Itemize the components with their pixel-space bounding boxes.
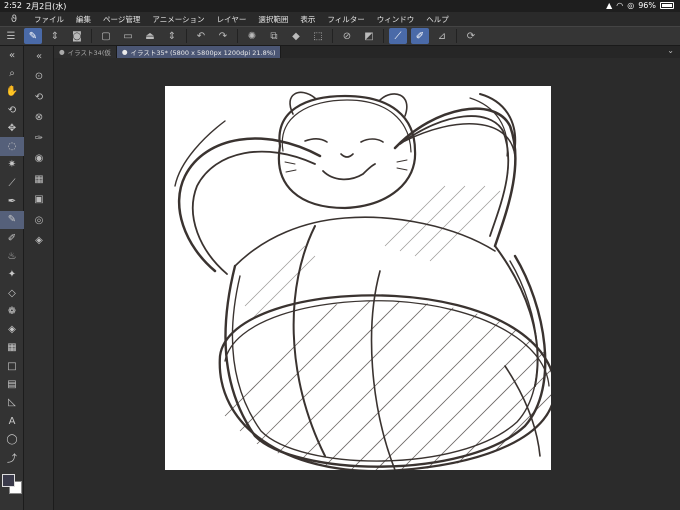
wifi-icon: ◠ — [616, 1, 624, 10]
menu-toggle-icon[interactable]: ☰ — [2, 28, 20, 44]
sub-tool-palette: « ⊙ ⟲ ⊗ ✑ ◉ ▦ ▣ ◎ ◈ — [24, 46, 54, 510]
save-icon[interactable]: ⏏ — [141, 28, 159, 44]
pen-icon[interactable]: ✒ — [0, 192, 24, 210]
tab-close-icon[interactable]: ● — [122, 48, 128, 56]
history-icon[interactable]: ▣ — [24, 190, 54, 211]
ruler-tool-icon[interactable]: ◺ — [0, 394, 24, 412]
frame-icon[interactable]: ▤ — [0, 375, 24, 393]
loading-icon[interactable]: ✺ — [243, 28, 261, 44]
status-date: 2月2日(水) — [26, 2, 67, 11]
save-stepper-icon[interactable]: ⇕ — [163, 28, 181, 44]
status-time: 2:52 — [4, 1, 22, 10]
collapse-icon[interactable]: « — [24, 46, 54, 67]
menu-selection[interactable]: 選択範囲 — [252, 14, 294, 25]
move-icon[interactable]: ✥ — [0, 119, 24, 137]
menu-page[interactable]: ページ管理 — [97, 14, 146, 25]
menu-view[interactable]: 表示 — [294, 14, 321, 25]
tab-illust34[interactable]: ● イラスト34(仮 — [54, 46, 117, 58]
menu-file[interactable]: ファイル — [28, 14, 70, 25]
edit-mode-icon[interactable]: ✎ — [24, 28, 42, 44]
new-file-icon[interactable]: ▢ — [97, 28, 115, 44]
layers-icon[interactable]: ◈ — [24, 231, 54, 252]
status-right: ▲ ◠ ◎ 96% — [606, 1, 674, 10]
magic-wand-icon[interactable]: ✷ — [0, 156, 24, 174]
rotate-icon[interactable]: ⟲ — [0, 101, 24, 119]
app-logo-icon[interactable]: ϑ — [0, 14, 28, 25]
ios-status-bar: 2:52 2月2日(水) ▲ ◠ ◎ 96% — [0, 0, 680, 12]
deselect-icon[interactable]: ⊘ — [338, 28, 356, 44]
menu-animation[interactable]: アニメーション — [146, 14, 210, 25]
color-set-icon[interactable]: ▦ — [24, 169, 54, 190]
layer-property-icon[interactable]: ◎ — [24, 210, 54, 231]
gradient-icon[interactable]: ▦ — [0, 339, 24, 357]
main-color-swatch[interactable] — [2, 474, 15, 487]
menu-bar: ϑ ファイル 編集 ページ管理 アニメーション レイヤー 選択範囲 表示 フィル… — [0, 12, 680, 26]
sketch-artwork — [174, 91, 560, 473]
menu-help[interactable]: ヘルプ — [420, 14, 455, 25]
tab-label: イラスト35* (5800 x 5800px 1200dpi 21.8%) — [130, 49, 276, 57]
hand-icon[interactable]: ✋ — [0, 83, 24, 101]
eyedropper-icon[interactable]: ⟋ — [0, 174, 24, 192]
brush-icon[interactable]: ✐ — [0, 229, 24, 247]
undo-icon[interactable]: ↶ — [192, 28, 210, 44]
menu-layer[interactable]: レイヤー — [211, 14, 253, 25]
correct-line-icon[interactable]: ⤴ — [0, 449, 24, 467]
action-icon[interactable]: ⟳ — [462, 28, 480, 44]
tab-label: イラスト34(仮 — [67, 49, 111, 57]
toolbar-divider — [383, 29, 384, 43]
navigator-icon[interactable]: ✑ — [24, 128, 54, 149]
ruler-icon[interactable]: ⊿ — [433, 28, 451, 44]
tool-palette: « ⌕ ✋ ⟲ ✥ ◌ ✷ ⟋ ✒ ✎ ✐ ♨ ✦ ◇ ❁ ◈ ▦ □ ▤ ◺ … — [0, 46, 24, 510]
battery-icon — [660, 2, 674, 9]
redo-icon[interactable]: ↷ — [214, 28, 232, 44]
brush-size-icon[interactable]: ⊗ — [24, 108, 54, 129]
toolbar-divider — [332, 29, 333, 43]
subtool-icon[interactable]: ⊙ — [24, 67, 54, 88]
toolbar-divider — [91, 29, 92, 43]
airbrush-icon[interactable]: ♨ — [0, 247, 24, 265]
tool-property-icon[interactable]: ⟲ — [24, 87, 54, 108]
toolbar-divider — [186, 29, 187, 43]
bucket-icon[interactable]: ◈ — [0, 320, 24, 338]
expand-icon[interactable]: « — [0, 46, 24, 64]
tab-close-icon[interactable]: ● — [59, 48, 65, 56]
battery-percent: 96% — [638, 1, 656, 10]
eraser-icon[interactable]: ◇ — [0, 284, 24, 302]
document-tabs: ● イラスト34(仮 ● イラスト35* (5800 x 5800px 1200… — [54, 46, 680, 58]
menu-filter[interactable]: フィルター — [321, 14, 370, 25]
invert-selection-icon[interactable]: ◩ — [360, 28, 378, 44]
toolbar-divider — [456, 29, 457, 43]
signal-icon: ▲ — [606, 1, 613, 10]
toolbar-divider — [237, 29, 238, 43]
mode-stepper-icon[interactable]: ⇕ — [46, 28, 64, 44]
decoration-icon[interactable]: ✦ — [0, 266, 24, 284]
text-icon[interactable]: A — [0, 412, 24, 430]
transform-icon[interactable]: ⬚ — [309, 28, 327, 44]
open-file-icon[interactable]: ▭ — [119, 28, 137, 44]
blend-icon[interactable]: ❁ — [0, 302, 24, 320]
canvas-area[interactable] — [54, 58, 680, 510]
figure-icon[interactable]: □ — [0, 357, 24, 375]
chevron-down-icon[interactable]: ⌄ — [667, 46, 674, 55]
fill-icon[interactable]: ◆ — [287, 28, 305, 44]
snap-pen-icon[interactable]: ✐ — [411, 28, 429, 44]
drawing-canvas[interactable] — [165, 86, 560, 473]
menu-window[interactable]: ウィンドウ — [371, 14, 421, 25]
copy-icon[interactable]: ⧉ — [265, 28, 283, 44]
command-bar: ☰ ✎ ⇕ ◙ ▢ ▭ ⏏ ⇕ ↶ ↷ ✺ ⧉ ◆ ⬚ ⊘ ◩ ⟋ ✐ ⊿ ⟳ — [0, 26, 680, 46]
color-wheel-icon[interactable]: ◉ — [24, 149, 54, 170]
location-icon: ◎ — [627, 1, 635, 10]
menu-edit[interactable]: 編集 — [70, 14, 97, 25]
view-icon[interactable]: ◙ — [68, 28, 86, 44]
tab-illust35[interactable]: ● イラスト35* (5800 x 5800px 1200dpi 21.8%) — [116, 46, 282, 58]
color-swatches[interactable] — [2, 474, 22, 496]
zoom-icon[interactable]: ⌕ — [0, 64, 24, 82]
pencil-icon[interactable]: ✎ — [0, 210, 24, 229]
lasso-icon[interactable]: ◌ — [0, 137, 24, 156]
snap-ruler-icon[interactable]: ⟋ — [389, 28, 407, 44]
balloon-icon[interactable]: ◯ — [0, 430, 24, 448]
